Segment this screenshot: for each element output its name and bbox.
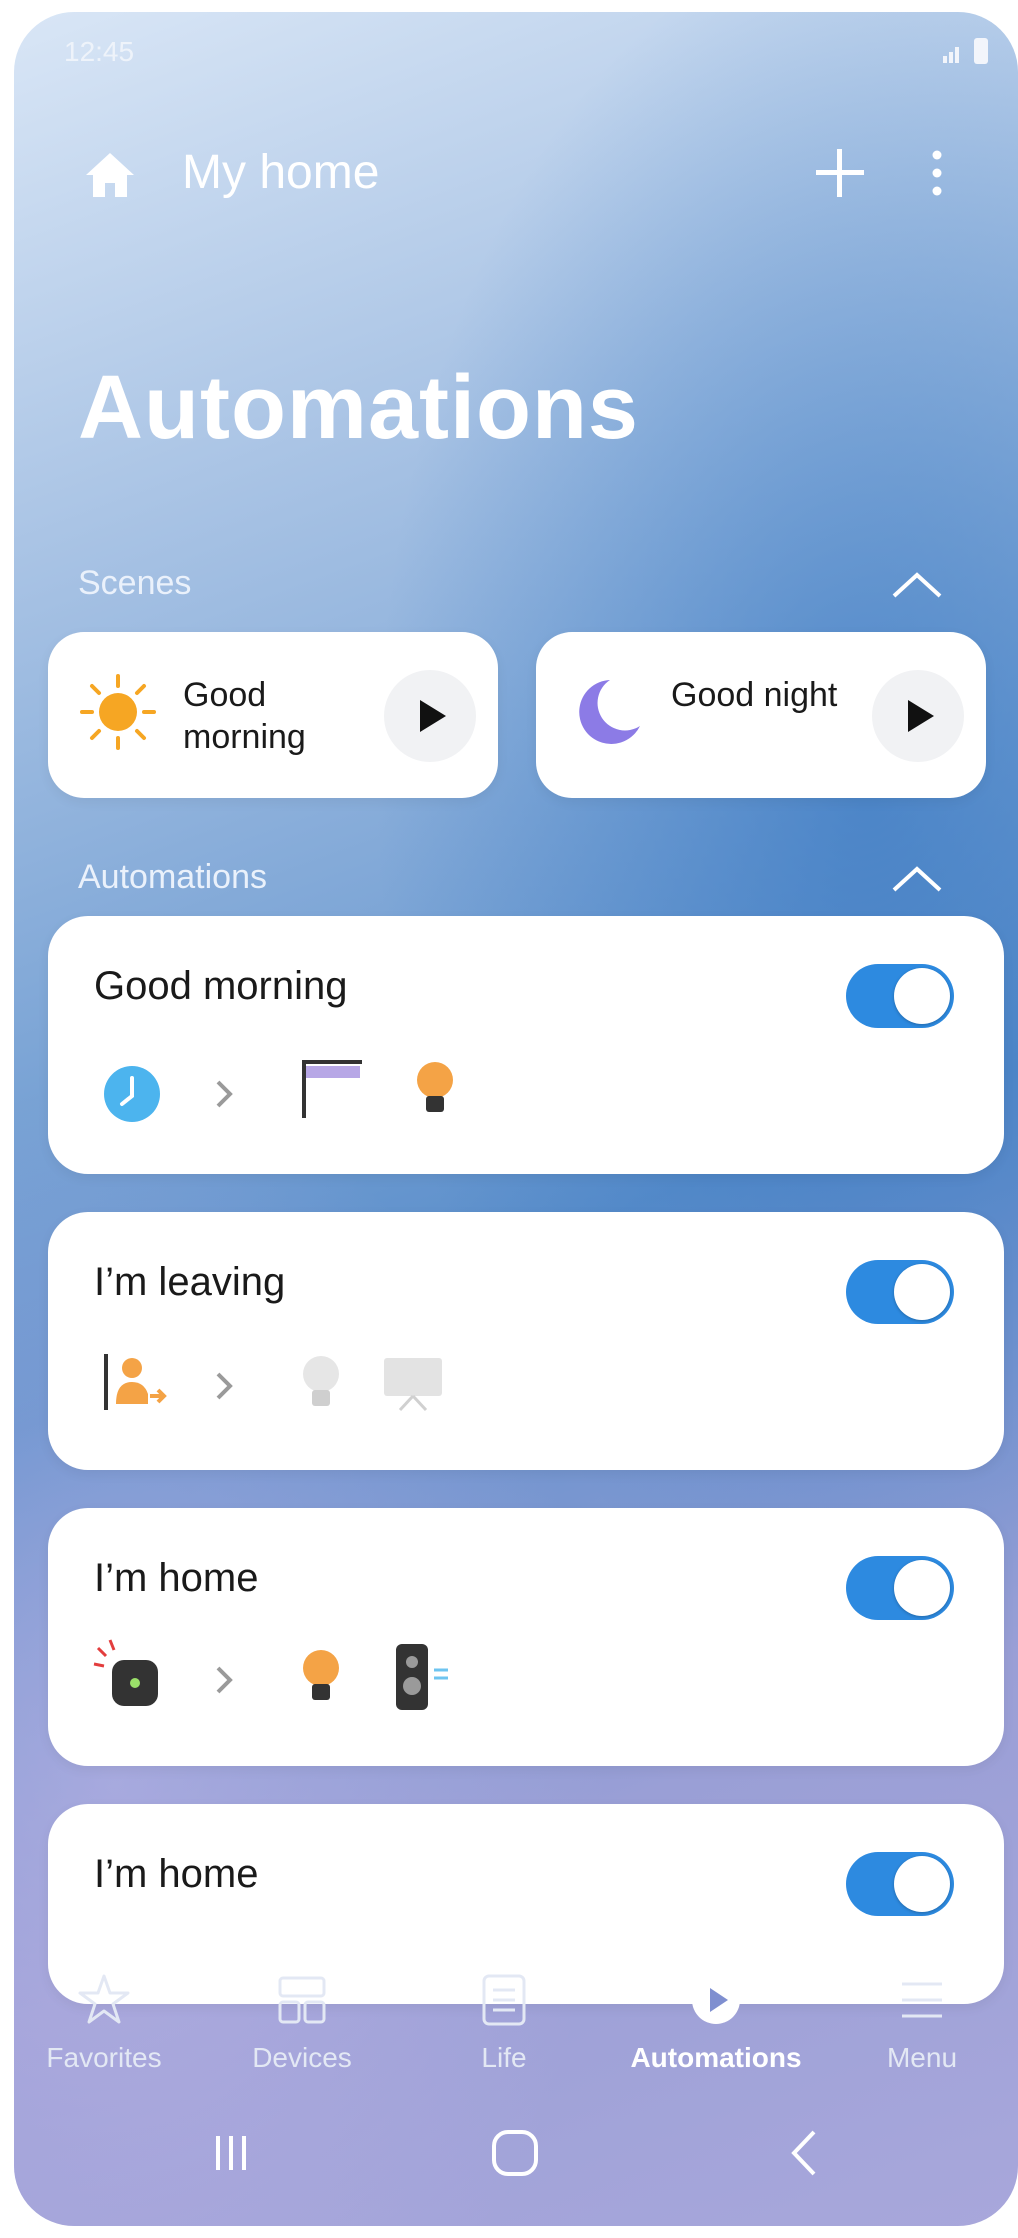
nav-automations[interactable]: Automations [626,1972,806,2092]
automation-card[interactable]: Good morning [48,916,1004,1174]
bulb-off-icon [303,1356,339,1406]
devices-icon [278,1976,326,2024]
life-icon [482,1974,526,2026]
automation-toggle[interactable] [846,1556,954,1620]
nav-label: Automations [630,2042,802,2073]
status-time: 12:45 [64,36,135,67]
nav-favorites[interactable]: Favorites [14,1972,194,2092]
automation-toggle[interactable] [846,964,954,1028]
scene-label: Good morning [183,676,306,756]
nav-label: Favorites [46,2042,162,2073]
play-scene-button[interactable] [384,670,476,762]
toggle-knob [894,1264,950,1320]
scenes-collapse-chevron-icon[interactable] [890,570,944,600]
nav-label: Devices [252,2042,352,2073]
nav-label: Menu [886,2042,958,2073]
nav-life[interactable]: Life [414,1972,594,2092]
automation-title: I’m home [94,1556,259,1600]
toggle-knob [894,1560,950,1616]
automation-toggle[interactable] [846,1852,954,1916]
home-icon[interactable] [82,147,138,203]
speaker-icon [396,1644,448,1710]
battery-icon [974,38,988,64]
arrow-right-icon [216,1372,233,1400]
toggle-knob [894,968,950,1024]
automation-card[interactable]: I’m home [48,1508,1004,1766]
automation-flow [102,1346,602,1416]
menu-icon [902,1982,942,2018]
automations-icon [692,1976,740,2024]
phone-screen: 12:45 My home Automations Scenes Good mo… [14,12,1018,2226]
play-icon [908,700,934,732]
automation-title: I’m home [94,1852,259,1896]
moon-icon [579,680,640,744]
nav-devices[interactable]: Devices [212,1972,392,2092]
bulb-icon [303,1650,339,1700]
clock-icon [104,1066,160,1122]
automations-section-label: Automations [78,858,267,896]
sensor-icon [93,1639,158,1706]
automations-collapse-chevron-icon[interactable] [890,864,944,894]
system-navigation-bar [14,2102,1018,2202]
tv-icon [384,1358,442,1412]
automation-title: I’m leaving [94,1260,286,1304]
more-options-icon[interactable] [922,143,952,203]
play-icon [420,700,446,732]
status-icons [942,38,988,64]
page-title: Automations [78,358,639,458]
recent-apps-icon[interactable] [206,2128,256,2178]
scene-card-good-morning[interactable]: Good morning [48,632,498,798]
back-icon[interactable] [784,2126,824,2180]
arrow-right-icon [216,1080,233,1108]
automation-toggle[interactable] [846,1260,954,1324]
automation-flow [93,1638,602,1710]
home-nav-icon[interactable] [488,2126,542,2180]
automation-flow [102,1056,602,1126]
add-icon[interactable] [810,143,870,203]
top-app-bar: My home [74,137,974,217]
nav-menu[interactable]: Menu [832,1972,1012,2092]
automation-card[interactable]: I’m leaving [48,1212,1004,1470]
nav-label: Life [481,2042,527,2073]
scene-label: Good night [671,676,838,714]
arrow-right-icon [216,1666,233,1694]
person-leaving-icon [104,1354,167,1410]
play-scene-button[interactable] [872,670,964,762]
automation-title: Good morning [94,964,348,1008]
sun-icon [80,674,156,750]
home-selector[interactable]: My home [182,145,379,200]
bottom-navigation: Favorites Devices Life Automations Menu [14,1932,1018,2092]
scenes-section-label: Scenes [78,564,192,602]
bulb-icon [417,1062,453,1112]
blinds-icon [302,1060,362,1118]
scene-card-good-night[interactable]: Good night [536,632,986,798]
toggle-knob [894,1856,950,1912]
signal-icon [943,47,959,63]
star-icon [78,1974,130,2024]
